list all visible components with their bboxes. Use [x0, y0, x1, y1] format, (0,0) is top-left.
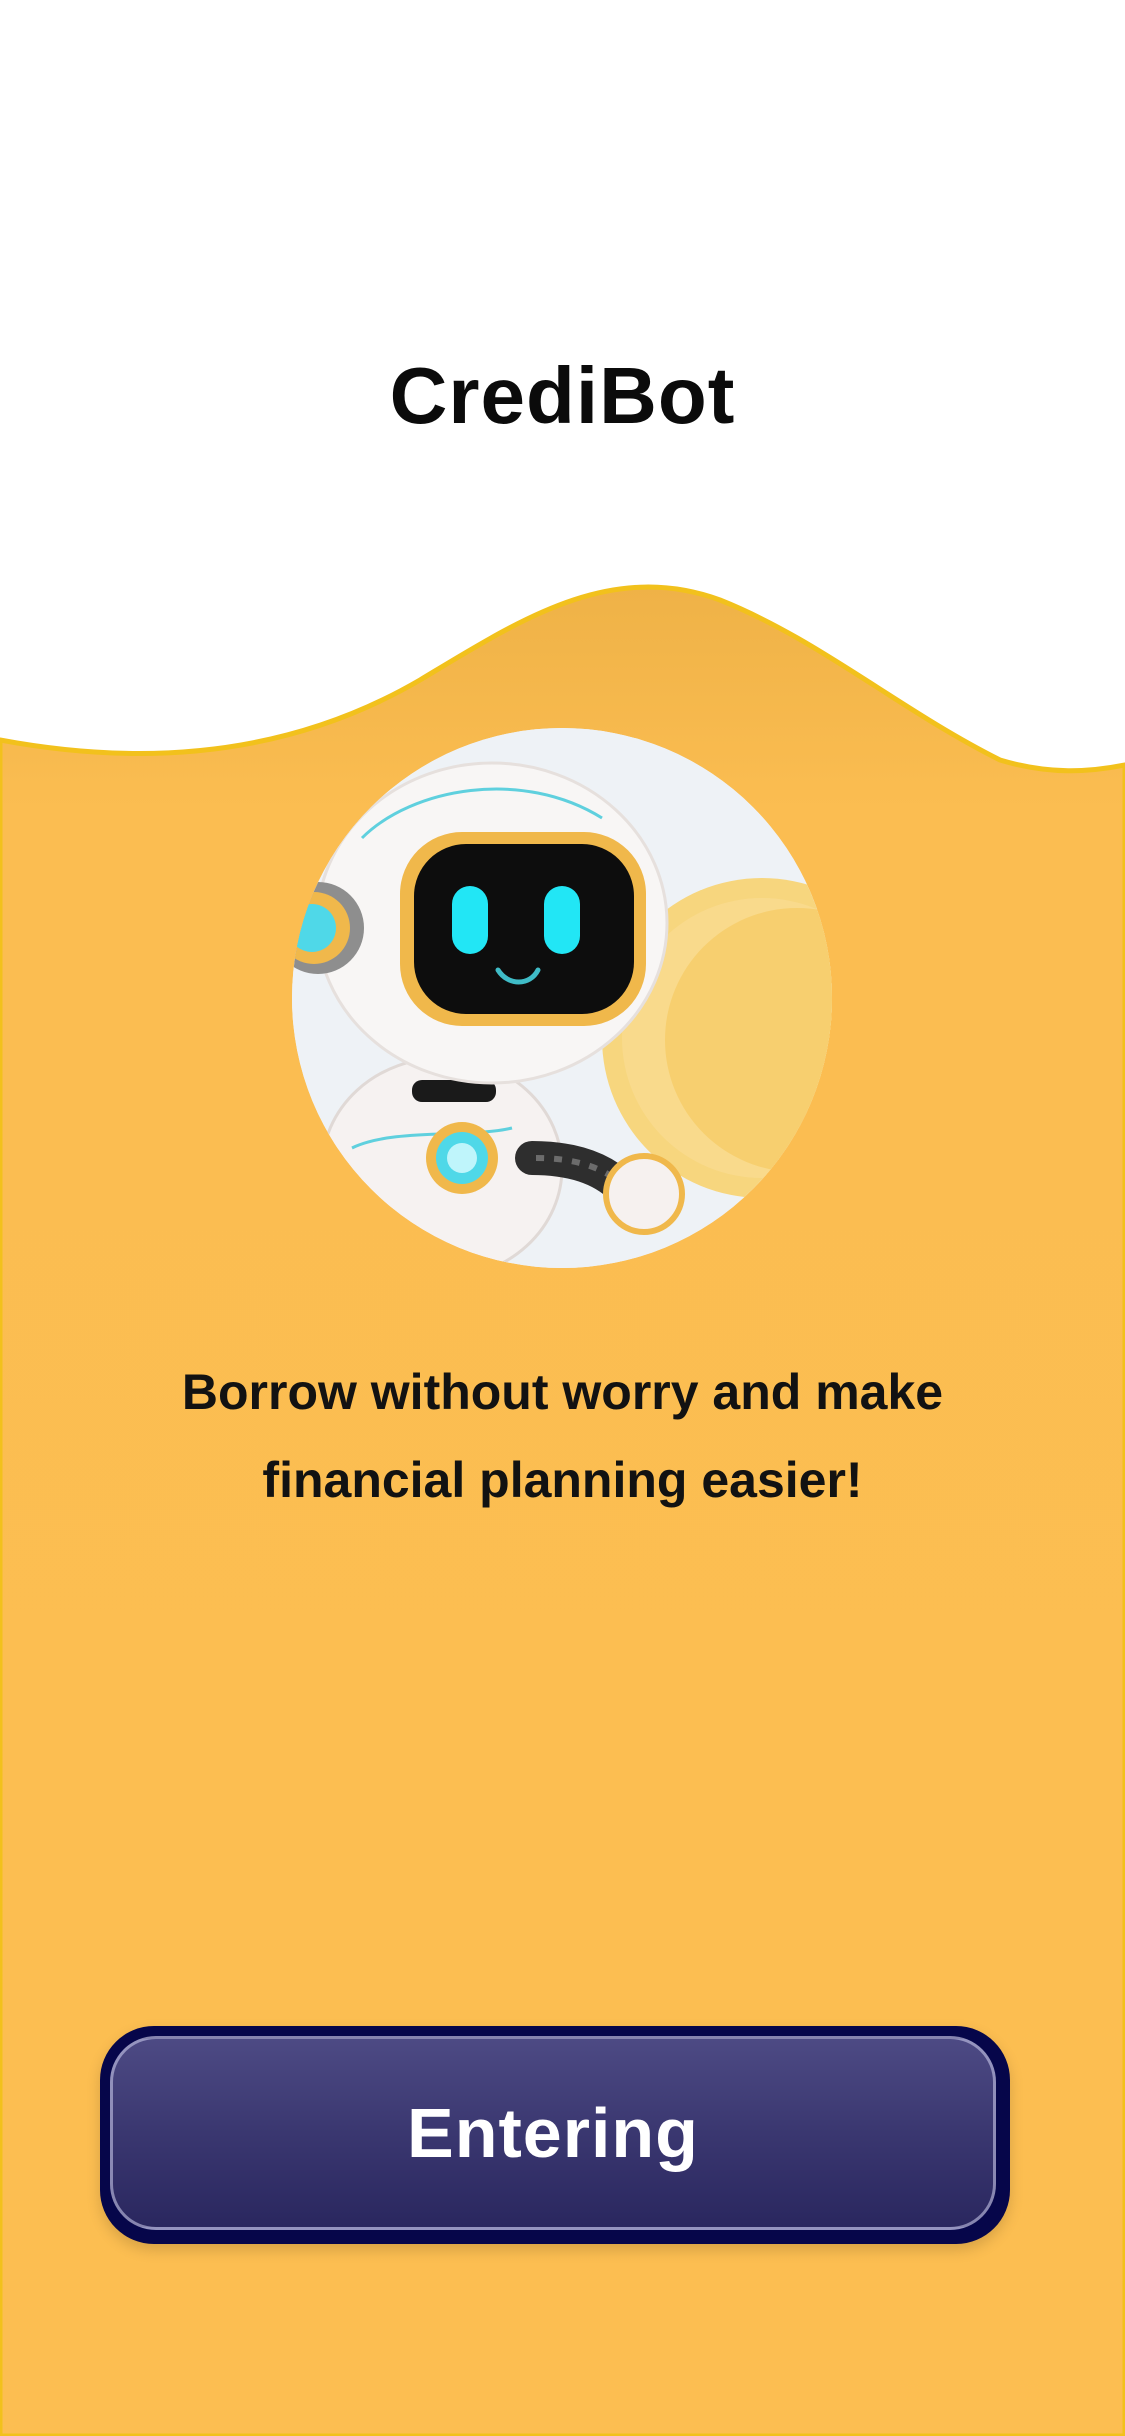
tagline: Borrow without worry and make financial … [100, 1348, 1025, 1524]
tagline-line-1: Borrow without worry and make [181, 1364, 944, 1420]
enter-button-frame: Entering [100, 2026, 1010, 2244]
app-title: CrediBot [389, 351, 736, 440]
robot-icon [292, 728, 832, 1268]
tagline-line-2: financial planning easier! [262, 1452, 863, 1508]
enter-button-label: Entering [407, 2094, 699, 2172]
enter-button[interactable]: Entering [110, 2036, 996, 2230]
hero-illustration [292, 728, 832, 1268]
